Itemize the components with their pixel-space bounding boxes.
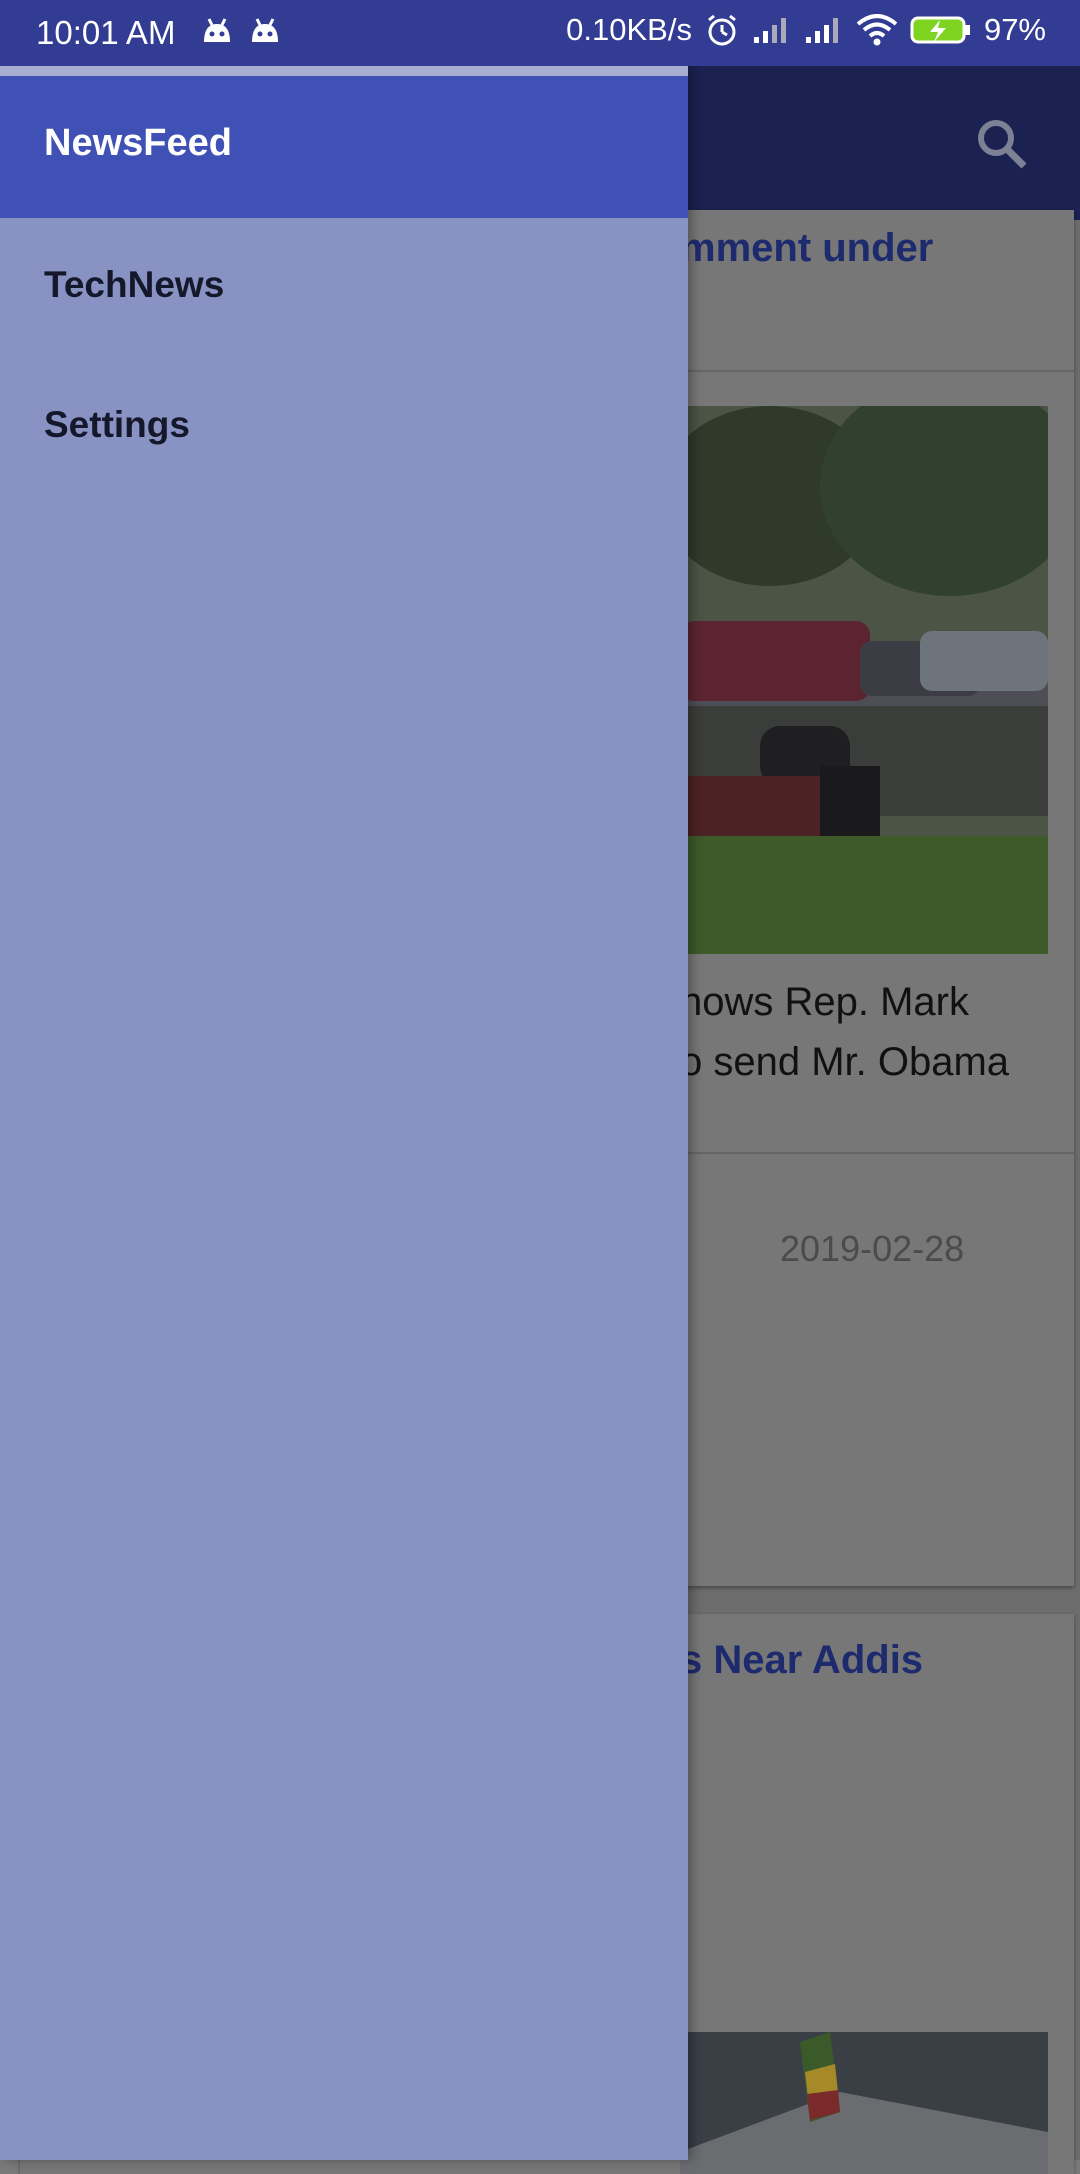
drawer-title: NewsFeed <box>44 122 232 164</box>
status-time: 10:01 AM <box>36 14 176 51</box>
news-title: s Near Addis <box>680 1638 924 1682</box>
news-description-line: hows Rep. Mark <box>680 980 969 1024</box>
drawer-top-strip <box>0 66 688 76</box>
drawer-item-label: Settings <box>44 404 190 445</box>
news-photo <box>680 406 1048 954</box>
battery-level: 97% <box>983 12 1046 47</box>
news-description-line: o send Mr. Obama <box>680 1040 1010 1084</box>
search-icon[interactable] <box>974 116 1030 172</box>
status-bar: 10:01 AM 0.10KB/s 97% <box>0 0 1080 66</box>
drawer-item-settings[interactable]: Settings <box>0 358 688 498</box>
signal-icon <box>805 18 838 43</box>
news-photo <box>680 2032 1048 2174</box>
navigation-drawer: NewsFeed TechNews Settings <box>0 66 688 2160</box>
wifi-icon <box>856 14 898 46</box>
alarm-icon <box>708 14 736 46</box>
news-date: 2019-02-28 <box>780 1228 965 1269</box>
signal-icon <box>753 18 786 43</box>
battery-charging-icon <box>910 16 970 44</box>
news-title: mment under <box>680 226 934 270</box>
android-notification-icon <box>204 18 230 42</box>
drawer-item-label: TechNews <box>44 264 225 305</box>
news-image <box>680 406 1048 954</box>
drawer-header: NewsFeed <box>0 76 688 218</box>
drawer-item-technews[interactable]: TechNews <box>0 218 688 358</box>
notification-icons <box>200 16 282 46</box>
android-notification-icon <box>252 18 278 42</box>
news-image <box>680 2032 1048 2174</box>
net-speed: 0.10KB/s <box>566 12 692 47</box>
status-right: 0.10KB/s 97% <box>566 12 1046 48</box>
